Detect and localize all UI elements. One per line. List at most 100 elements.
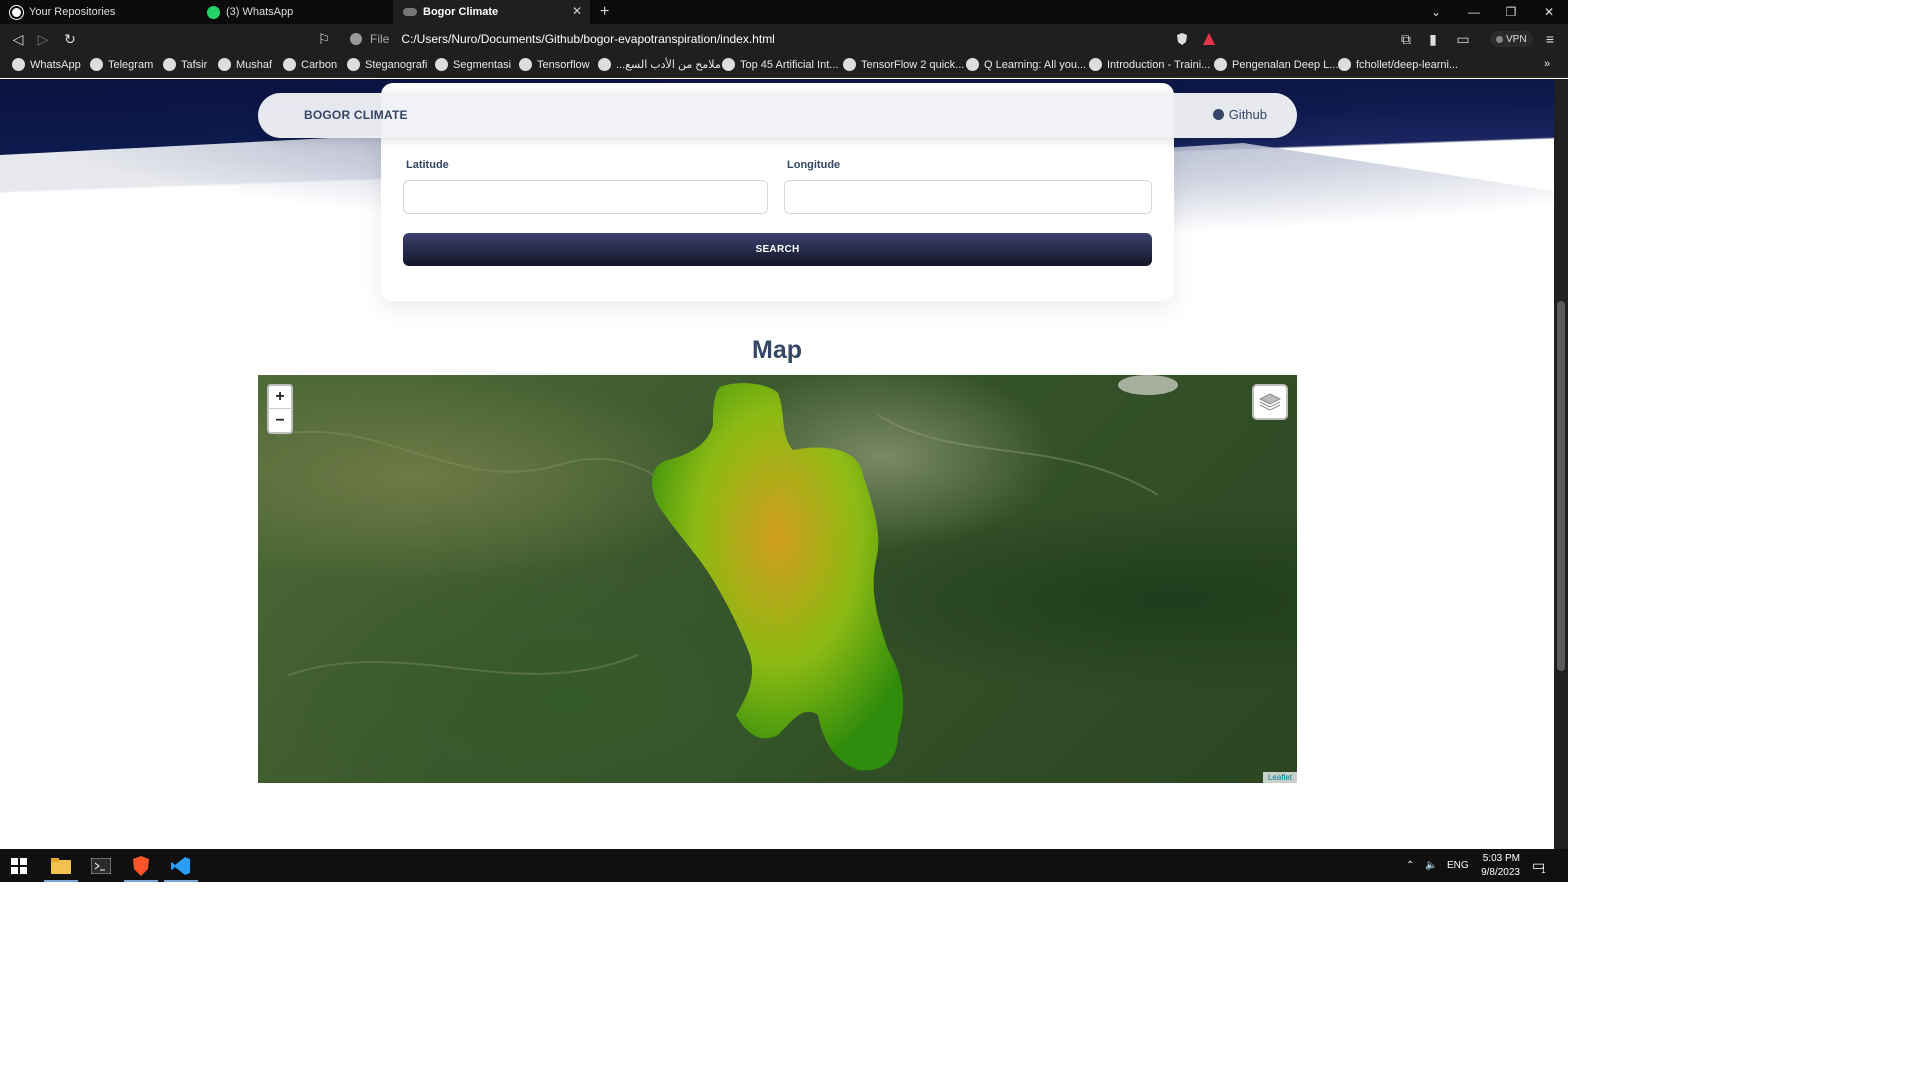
microsoft-icon — [1089, 58, 1102, 71]
close-window-icon[interactable]: ✕ — [1531, 0, 1567, 24]
clock-time: 5:03 PM — [1482, 853, 1520, 864]
bookmark-item[interactable]: ...ملامح من الأدب السع — [598, 58, 721, 71]
bookmark-label: Steganografi — [365, 58, 428, 71]
windows-start-icon[interactable] — [8, 855, 30, 877]
bookmark-label: Pengenalan Deep L... — [1232, 58, 1339, 71]
github-nav-link[interactable]: Github — [1212, 107, 1267, 122]
bookmark-item[interactable]: WhatsApp — [12, 58, 81, 71]
bookmark-label: Carbon — [301, 58, 338, 71]
url-bar[interactable]: File C:/Users/Nuro/Documents/Github/bogo… — [344, 27, 1224, 51]
extensions-icon[interactable]: ⧉ — [1396, 29, 1416, 49]
leaflet-attribution-link[interactable]: Leaflet — [1262, 772, 1297, 783]
site-brand[interactable]: BOGOR CLIMATE — [304, 108, 408, 122]
vpn-status-icon — [1496, 35, 1503, 43]
zoom-in-button[interactable]: + — [269, 386, 291, 409]
map-heading: Map — [752, 336, 802, 364]
search-button[interactable]: SEARCH — [403, 233, 1152, 266]
brave-shield-icon[interactable] — [1175, 32, 1189, 46]
minimize-icon[interactable]: — — [1456, 0, 1492, 24]
layers-control-button[interactable] — [1252, 384, 1288, 420]
bookmark-label: WhatsApp — [30, 58, 81, 71]
clock-date: 9/8/2023 — [1481, 867, 1520, 878]
bookmark-item[interactable]: Tafsir — [163, 58, 207, 71]
e-icon — [722, 58, 735, 71]
url-scheme-label: File — [370, 32, 390, 46]
file-explorer-icon[interactable] — [44, 855, 78, 882]
zoom-out-button[interactable]: − — [269, 409, 291, 432]
reload-icon[interactable]: ↻ — [60, 29, 80, 49]
windows-taskbar: ⌃ 🔈 ENG 5:03 PM 9/8/2023 ▭ 1 — [0, 849, 1568, 882]
site-navbar: BOGOR CLIMATE Github — [258, 93, 1297, 138]
bookmark-item[interactable]: Top 45 Artificial Int... — [722, 58, 838, 71]
bookmark-item[interactable]: Mushaf — [218, 58, 272, 71]
tab-whatsapp[interactable]: (3) WhatsApp — [197, 0, 393, 24]
github-icon — [10, 5, 23, 19]
bookmark-label: fchollet/deep-learni... — [1356, 58, 1459, 71]
github-icon — [1338, 58, 1351, 71]
notification-center-icon[interactable]: ▭ 1 — [1532, 849, 1546, 882]
new-tab-button[interactable]: + — [596, 0, 620, 24]
bookmark-item[interactable]: TensorFlow 2 quick... — [843, 58, 964, 71]
info-icon[interactable] — [350, 33, 362, 45]
bookmark-label: Q Learning: All you... — [984, 58, 1087, 71]
bookmark-label: Tensorflow — [537, 58, 590, 71]
zoom-control: + − — [267, 384, 293, 434]
bookmark-item[interactable]: Tensorflow — [519, 58, 590, 71]
wallet-icon[interactable]: ▭ — [1453, 29, 1473, 49]
bookmark-item[interactable]: Telegram — [90, 58, 153, 71]
close-tab-icon[interactable]: ✕ — [572, 4, 582, 18]
github-icon — [347, 58, 360, 71]
vpn-button[interactable]: VPN — [1490, 31, 1533, 47]
bookmark-item[interactable]: Carbon — [283, 58, 337, 71]
map-container[interactable]: + − Leaflet — [258, 375, 1297, 783]
latitude-input[interactable] — [403, 180, 768, 214]
bookmark-label: Mushaf — [236, 58, 273, 71]
tab-title: (3) WhatsApp — [226, 6, 294, 18]
bookmark-label: Telegram — [108, 58, 154, 71]
brave-rewards-icon[interactable] — [1202, 32, 1216, 46]
tab-list-chevron-icon[interactable]: ⌄ — [1418, 0, 1454, 24]
clock[interactable]: 5:03 PM 9/8/2023 — [1476, 852, 1520, 880]
whatsapp-icon — [207, 5, 220, 19]
telegram-icon — [90, 58, 103, 71]
url-text[interactable]: C:/Users/Nuro/Documents/Github/bogor-eva… — [401, 32, 775, 46]
sidebar-icon[interactable]: ▮ — [1423, 29, 1443, 49]
bookmark-icon[interactable]: ⚐ — [314, 29, 334, 49]
forward-arrow-icon[interactable]: ▷ — [33, 29, 53, 49]
bookmark-item[interactable]: Pengenalan Deep L... — [1214, 58, 1338, 71]
bookmark-item[interactable]: Q Learning: All you... — [966, 58, 1086, 71]
longitude-input[interactable] — [784, 180, 1152, 214]
vscode-icon[interactable] — [164, 855, 198, 882]
more-bookmarks-button[interactable]: » — [1544, 58, 1550, 70]
medium-icon — [966, 58, 979, 71]
medium-icon — [435, 58, 448, 71]
tab-your-repositories[interactable]: Your Repositories — [0, 0, 197, 24]
tab-title: Bogor Climate — [423, 6, 499, 18]
tray-chevron-icon[interactable]: ⌃ — [1406, 849, 1414, 882]
bookmark-item[interactable]: Segmentasi — [435, 58, 511, 71]
page-scrollbar[interactable] — [1554, 79, 1568, 849]
bookmark-label: TensorFlow 2 quick... — [861, 58, 965, 71]
bookmark-label: Top 45 Artificial Int... — [740, 58, 839, 71]
book-icon — [163, 58, 176, 71]
back-arrow-icon[interactable]: ◁ — [8, 29, 28, 49]
page-viewport: BOGOR CLIMATE Github Latitude Longitude … — [0, 79, 1554, 849]
carbon-icon — [283, 58, 296, 71]
medium-icon — [1214, 58, 1227, 71]
tensorflow-icon — [843, 58, 856, 71]
scrollbar-thumb[interactable] — [1557, 301, 1565, 671]
tab-bogor-climate[interactable]: Bogor Climate ✕ — [393, 0, 590, 24]
bookmark-item[interactable]: fchollet/deep-learni... — [1338, 58, 1458, 71]
bookmark-item[interactable]: Steganografi — [347, 58, 427, 71]
globe-icon — [218, 58, 231, 71]
bookmark-item[interactable]: Introduction - Traini... — [1089, 58, 1210, 71]
terminal-icon[interactable] — [90, 855, 112, 877]
bookmark-label: Introduction - Traini... — [1107, 58, 1211, 71]
language-indicator[interactable]: ENG — [1447, 849, 1469, 882]
restore-icon[interactable]: ❐ — [1493, 0, 1529, 24]
brave-icon[interactable] — [124, 855, 158, 882]
volume-icon[interactable]: 🔈 — [1425, 849, 1437, 882]
bookmarks-bar: WhatsApp Telegram Tafsir Mushaf Carbon Stegan… — [0, 54, 1568, 78]
bogor-evapotranspiration-overlay[interactable] — [652, 383, 904, 771]
menu-icon[interactable]: ≡ — [1540, 29, 1560, 49]
